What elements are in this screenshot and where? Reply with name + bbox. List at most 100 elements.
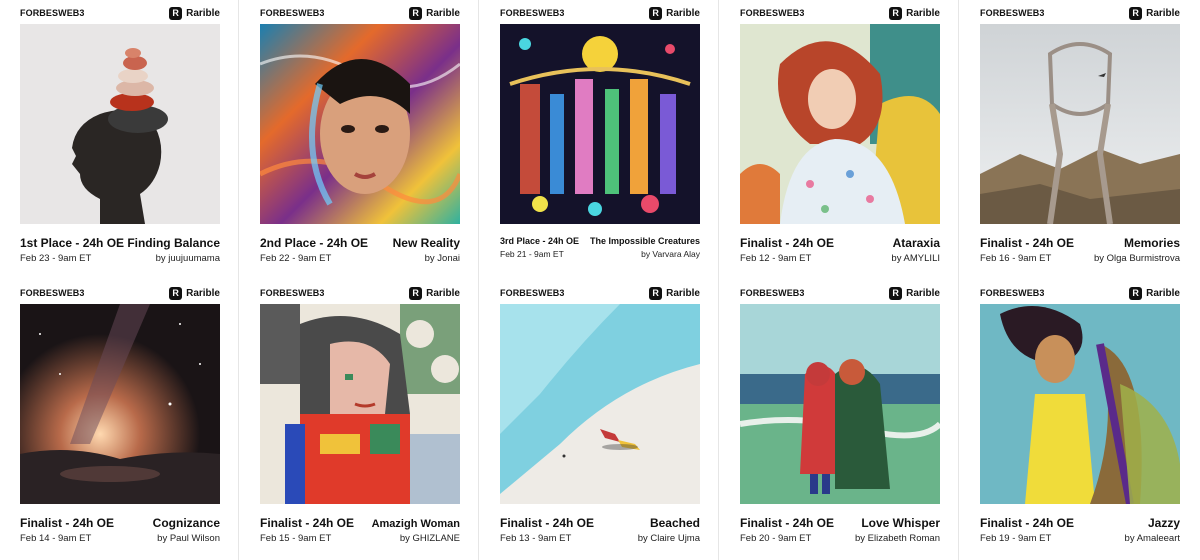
card-place: 3rd Place - 24h OE [500, 236, 580, 246]
card-date: Feb 19 - 9am ET [980, 533, 1052, 544]
rarible-badge[interactable]: R Rarible [169, 286, 220, 300]
card-artist[interactable]: by Varvara Alay [641, 249, 700, 259]
rarible-icon: R [649, 286, 663, 300]
card-title[interactable]: Love Whisper [861, 516, 940, 530]
nft-card[interactable]: FORBESWEB3 R Rarible Finalist - 24h OE A… [720, 0, 956, 276]
artwork-image[interactable] [980, 304, 1180, 504]
column-divider [478, 0, 479, 560]
nft-card[interactable]: FORBESWEB3 R Rarible Finalist - 24h OE B… [480, 280, 716, 556]
artwork-image[interactable] [260, 24, 460, 224]
card-meta: Finalist - 24h OE Love Whisper Feb 20 - … [740, 516, 940, 544]
card-meta: Finalist - 24h OE Memories Feb 16 - 9am … [980, 236, 1180, 264]
rarible-badge[interactable]: R Rarible [169, 6, 220, 20]
nft-card[interactable]: FORBESWEB3 R Rarible [960, 0, 1196, 276]
artwork-image[interactable] [740, 304, 940, 504]
rarible-icon: R [1129, 6, 1143, 20]
impossible-creatures-artwork [500, 24, 700, 224]
card-header: FORBESWEB3 R Rarible [260, 286, 460, 300]
card-place: Finalist - 24h OE [980, 236, 1075, 250]
artwork-image[interactable] [500, 24, 700, 224]
artwork-image[interactable] [20, 304, 220, 504]
card-artist[interactable]: by Claire Ujma [638, 533, 700, 544]
nft-card[interactable]: FORBESWEB3 R Rarible [0, 280, 236, 556]
card-header: FORBESWEB3 R Rarible [980, 286, 1180, 300]
rarible-badge[interactable]: R Rarible [409, 286, 460, 300]
rarible-icon: R [169, 286, 183, 300]
brand-label: FORBESWEB3 [740, 288, 805, 298]
rarible-badge[interactable]: R Rarible [649, 6, 700, 20]
card-artist[interactable]: by Paul Wilson [157, 533, 220, 544]
brand-label: FORBESWEB3 [740, 8, 805, 18]
artwork-image[interactable] [500, 304, 700, 504]
card-date: Feb 12 - 9am ET [740, 253, 812, 264]
card-artist[interactable]: by Elizabeth Roman [855, 533, 940, 544]
card-artist[interactable]: by AMYLILI [891, 253, 940, 264]
card-artist[interactable]: by GHIZLANE [400, 533, 460, 544]
card-place: Finalist - 24h OE [260, 516, 355, 530]
brand-label: FORBESWEB3 [260, 8, 325, 18]
rarible-icon: R [649, 6, 663, 20]
card-header: FORBESWEB3 R Rarible [20, 286, 220, 300]
card-header: FORBESWEB3 R Rarible [260, 6, 460, 20]
card-date: Feb 23 - 9am ET [20, 253, 92, 264]
rarible-badge[interactable]: R Rarible [1129, 286, 1180, 300]
artwork-image[interactable] [260, 304, 460, 504]
artwork-image[interactable] [20, 24, 220, 224]
card-title[interactable]: Ataraxia [893, 236, 940, 250]
card-title[interactable]: Jazzy [1148, 516, 1180, 530]
rarible-label: Rarible [666, 7, 700, 19]
card-meta: Finalist - 24h OE Beached Feb 13 - 9am E… [500, 516, 700, 544]
jazzy-artwork [980, 304, 1180, 504]
new-reality-artwork [260, 24, 460, 224]
nft-card[interactable]: FORBESWEB3 R Rarible [240, 0, 476, 276]
rarible-badge[interactable]: R Rarible [649, 286, 700, 300]
card-date: Feb 20 - 9am ET [740, 533, 812, 544]
card-title[interactable]: Cognizance [153, 516, 220, 530]
card-artist[interactable]: by Olga Burmistrova [1094, 253, 1180, 264]
card-title[interactable]: Finding Balance [127, 236, 220, 250]
nft-card[interactable]: FORBESWEB3 R Rarible [480, 0, 716, 276]
brand-label: FORBESWEB3 [260, 288, 325, 298]
card-place: 1st Place - 24h OE [20, 236, 125, 250]
card-meta: 2nd Place - 24h OE New Reality Feb 22 - … [260, 236, 460, 264]
card-header: FORBESWEB3 R Rarible [500, 286, 700, 300]
card-meta: 1st Place - 24h OE Finding Balance Feb 2… [20, 236, 220, 264]
card-title[interactable]: Memories [1124, 236, 1180, 250]
card-artist[interactable]: by Amaleeart [1125, 533, 1180, 544]
nft-card[interactable]: FORBESWEB3 R Rarible [240, 280, 476, 556]
card-artist[interactable]: by Jonai [425, 253, 460, 264]
card-title[interactable]: Beached [650, 516, 700, 530]
nft-card[interactable]: FORBESWEB3 R Rarible Finalist - 24h OE L… [720, 280, 956, 556]
artwork-image[interactable] [740, 24, 940, 224]
column-divider [238, 0, 239, 560]
nft-card[interactable]: FORBESWEB3 R Rarible 1st Place - 24h OE … [0, 0, 236, 276]
rarible-label: Rarible [426, 287, 460, 299]
brand-label: FORBESWEB3 [980, 288, 1045, 298]
card-meta: Finalist - 24h OE Cognizance Feb 14 - 9a… [20, 516, 220, 544]
card-title[interactable]: The Impossible Creatures [590, 236, 700, 246]
card-date: Feb 21 - 9am ET [500, 249, 564, 259]
card-artist[interactable]: by juujuumama [156, 253, 220, 264]
rarible-label: Rarible [426, 7, 460, 19]
rarible-badge[interactable]: R Rarible [1129, 6, 1180, 20]
rarible-badge[interactable]: R Rarible [409, 6, 460, 20]
rarible-badge[interactable]: R Rarible [889, 6, 940, 20]
brand-label: FORBESWEB3 [500, 288, 565, 298]
brand-label: FORBESWEB3 [500, 8, 565, 18]
rarible-icon: R [409, 6, 423, 20]
card-title[interactable]: Amazigh Woman [372, 518, 460, 530]
rarible-label: Rarible [1146, 7, 1180, 19]
beached-artwork [500, 304, 700, 504]
artwork-image[interactable] [980, 24, 1180, 224]
rarible-badge[interactable]: R Rarible [889, 286, 940, 300]
card-place: Finalist - 24h OE [980, 516, 1075, 530]
card-date: Feb 13 - 9am ET [500, 533, 572, 544]
cognizance-artwork [20, 304, 220, 504]
rarible-icon: R [409, 286, 423, 300]
column-divider [958, 0, 959, 560]
nft-card[interactable]: FORBESWEB3 R Rarible Finalist - 24h OE J… [960, 280, 1196, 556]
card-title[interactable]: New Reality [393, 236, 460, 250]
rarible-icon: R [889, 286, 903, 300]
column-divider [718, 0, 719, 560]
brand-label: FORBESWEB3 [980, 8, 1045, 18]
